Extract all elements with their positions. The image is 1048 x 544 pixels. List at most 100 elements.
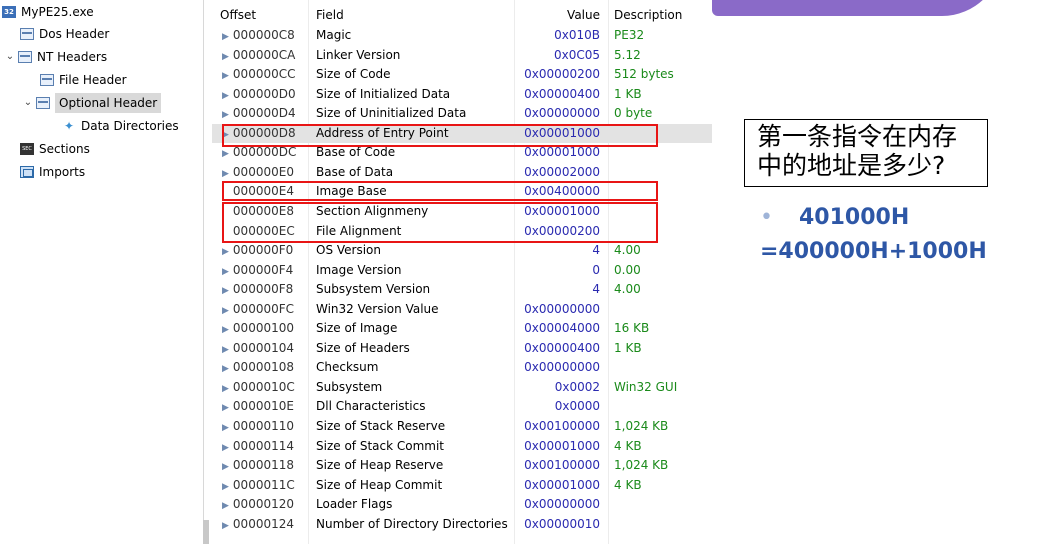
expand-arrow-icon[interactable]: ▶ — [222, 306, 229, 316]
value-cell[interactable]: 0 — [512, 261, 600, 281]
table-row[interactable]: ▶ 00000124 Number of Directory Directories… — [212, 515, 712, 535]
tree-item-sections[interactable]: SEC Sections — [20, 139, 90, 159]
value-cell[interactable]: 0x00100000 — [512, 456, 600, 476]
value-cell[interactable]: 0x00000000 — [512, 300, 600, 320]
expand-arrow-icon[interactable]: ▶ — [222, 149, 229, 159]
expand-arrow-icon[interactable]: ▶ — [222, 110, 229, 120]
table-row[interactable]: ▶ 00000108 Checksum 0x00000000 — [212, 358, 712, 378]
value-cell[interactable]: 0x00000000 — [512, 358, 600, 378]
table-row[interactable]: ▶ 0000011C Size of Heap Commit 0x00001000 4 … — [212, 476, 712, 496]
expand-arrow-icon[interactable]: ▶ — [222, 325, 229, 335]
value-cell[interactable]: 0x00001000 — [512, 476, 600, 496]
table-row[interactable]: ▶ 0000010C Subsystem 0x0002 Win32 GUI — [212, 378, 712, 398]
expand-arrow-icon[interactable]: ▶ — [222, 345, 229, 355]
tree-item-file-header[interactable]: File Header — [40, 70, 127, 90]
offset-text: 000000C8 — [232, 28, 295, 42]
chevron-down-icon[interactable]: ⌄ — [4, 47, 16, 67]
table-row[interactable]: ▶ 000000CC Size of Code 0x00000200 512 bytes — [212, 65, 712, 85]
column-header-field[interactable]: Field — [316, 6, 516, 26]
value-cell[interactable]: 0x0000 — [512, 397, 600, 417]
value-cell[interactable]: 4 — [512, 280, 600, 300]
tree-item-mype25-exe[interactable]: 32 MyPE25.exe — [2, 2, 94, 22]
field-cell: Subsystem Version — [316, 282, 431, 297]
value-cell[interactable]: 0x0C05 — [512, 46, 600, 66]
value-cell[interactable]: 0x00001000 — [512, 437, 600, 457]
header-icon — [40, 74, 54, 86]
value-cell[interactable]: 0x00000400 — [512, 339, 600, 359]
table-row[interactable]: ▶ 000000FC Win32 Version Value 0x00000000 — [212, 300, 712, 320]
expand-arrow-icon[interactable]: ▶ — [222, 443, 229, 453]
description-cell: 5.12 — [614, 47, 641, 62]
value-cell[interactable]: 0x00000010 — [512, 515, 600, 535]
table-row[interactable]: ▶ 000000CA Linker Version 0x0C05 5.12 — [212, 46, 712, 66]
expand-arrow-icon[interactable]: ▶ — [222, 247, 229, 257]
table-row[interactable]: ▶ 000000F0 OS Version 4 4.00 — [212, 241, 712, 261]
offset-text: 000000E0 — [232, 164, 294, 179]
tree-panel: 32 MyPE25.exe Dos Header ⌄ NT Headers File He… — [0, 0, 204, 544]
offset-cell: ▶ 000000CA — [222, 46, 314, 68]
expand-arrow-icon[interactable]: ▶ — [222, 32, 229, 42]
field-cell: Size of Stack Commit — [316, 438, 445, 453]
value-cell[interactable]: 0x010B — [512, 26, 600, 46]
tree-item-nt-headers[interactable]: ⌄ NT Headers — [4, 47, 107, 67]
column-header-description[interactable]: Description — [614, 6, 712, 26]
field-cell: Checksum — [316, 360, 379, 375]
tree-item-label: Data Directories — [81, 119, 179, 133]
tree-item-imports[interactable]: Imports — [20, 162, 85, 182]
table-row[interactable]: ▶ 0000010E Dll Characteristics 0x0000 — [212, 397, 712, 417]
table-row[interactable]: ▶ 00000104 Size of Headers 0x00000400 1 KB — [212, 339, 712, 359]
description-cell: 1,024 KB — [614, 458, 669, 473]
table-header: Offset Field Value Description — [212, 6, 712, 26]
expand-arrow-icon[interactable]: ▶ — [222, 462, 229, 472]
value-cell[interactable]: 0x00000000 — [512, 495, 600, 515]
table-row[interactable]: ▶ 00000114 Size of Stack Commit 0x00001000 4… — [212, 437, 712, 457]
value-cell[interactable]: 0x0002 — [512, 378, 600, 398]
tree-item-optional-header[interactable]: ⌄ Optional Header — [22, 93, 162, 113]
offset-cell: ▶ 0000010E — [222, 397, 314, 419]
expand-arrow-icon[interactable]: ▶ — [222, 482, 229, 492]
column-header-offset[interactable]: Offset — [220, 6, 312, 26]
description-cell: 1 KB — [614, 86, 642, 101]
expand-arrow-icon[interactable]: ▶ — [222, 286, 229, 296]
value-cell[interactable]: 4 — [512, 241, 600, 261]
value-cell[interactable]: 0x00000200 — [512, 65, 600, 85]
tree-item-data-directories[interactable]: ✦ Data Directories — [62, 116, 179, 136]
decorative-purple-shape — [712, 0, 1002, 16]
scrollbar-strip[interactable] — [203, 520, 209, 544]
expand-arrow-icon[interactable]: ▶ — [222, 267, 229, 277]
expand-arrow-icon[interactable]: ▶ — [222, 52, 229, 62]
table-row[interactable]: ▶ 000000F4 Image Version 0 0.00 — [212, 261, 712, 281]
table-row[interactable]: ▶ 000000E0 Base of Data 0x00002000 — [212, 163, 712, 183]
value-cell[interactable]: 0x00000400 — [512, 85, 600, 105]
table-row[interactable]: ▶ 00000100 Size of Image 0x00004000 16 KB — [212, 319, 712, 339]
expand-arrow-icon[interactable]: ▶ — [222, 91, 229, 101]
table-row[interactable]: ▶ 000000C8 Magic 0x010B PE32 — [212, 26, 712, 46]
table-row[interactable]: ▶ 00000120 Loader Flags 0x00000000 — [212, 495, 712, 515]
table-row[interactable]: ▶ 000000D4 Size of Uninitialized Data 0x000… — [212, 104, 712, 124]
table-row[interactable]: ▶ 00000110 Size of Stack Reserve 0x00100000… — [212, 417, 712, 437]
column-header-value[interactable]: Value — [512, 6, 600, 26]
chevron-down-icon[interactable]: ⌄ — [22, 93, 34, 113]
expand-arrow-icon[interactable]: ▶ — [222, 71, 229, 81]
value-cell[interactable]: 0x00100000 — [512, 417, 600, 437]
value-cell[interactable]: 0x00000000 — [512, 104, 600, 124]
value-cell[interactable]: 0x00002000 — [512, 163, 600, 183]
expand-arrow-icon[interactable]: ▶ — [222, 169, 229, 179]
tree-item-dos-header[interactable]: Dos Header — [20, 24, 109, 44]
expand-arrow-icon[interactable]: ▶ — [222, 521, 229, 531]
expand-arrow-icon[interactable]: ▶ — [222, 384, 229, 394]
value-cell[interactable]: 0x00004000 — [512, 319, 600, 339]
table-row[interactable]: ▶ 000000F8 Subsystem Version 4 4.00 — [212, 280, 712, 300]
table-row[interactable]: ▶ 00000118 Size of Heap Reserve 0x00100000 1… — [212, 456, 712, 476]
table-row[interactable]: ▶ 000000D0 Size of Initialized Data 0x00000… — [212, 85, 712, 105]
expand-arrow-icon[interactable]: ▶ — [222, 423, 229, 433]
offset-text: 00000100 — [232, 321, 294, 336]
offset-cell: ▶ 00000100 — [222, 319, 314, 341]
description-cell: 512 bytes — [614, 67, 674, 82]
offset-cell: ▶ 000000C8 — [222, 26, 314, 48]
expand-arrow-icon[interactable]: ▶ — [222, 403, 229, 413]
expand-arrow-icon[interactable]: ▶ — [222, 501, 229, 511]
offset-cell: ▶ 000000D0 — [222, 85, 314, 107]
offset-text: 000000DC — [232, 145, 297, 160]
expand-arrow-icon[interactable]: ▶ — [222, 364, 229, 374]
